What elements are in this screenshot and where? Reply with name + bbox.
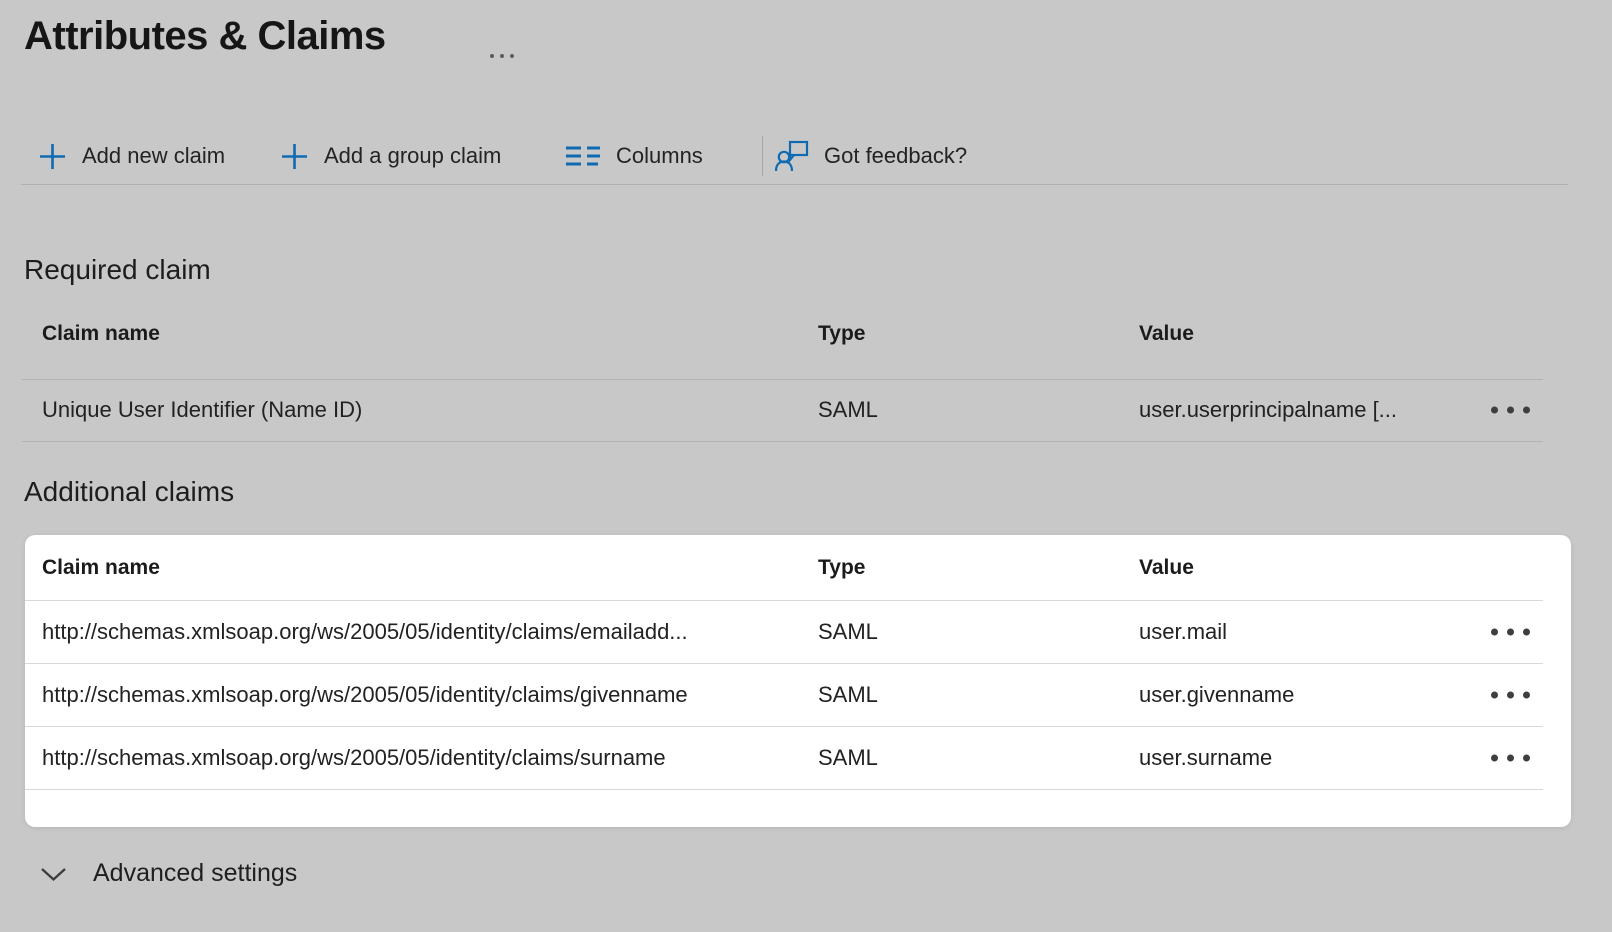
columns-label: Columns (616, 143, 703, 169)
title-more-options-button[interactable] (486, 50, 518, 62)
column-header-type: Type (818, 322, 865, 346)
plus-icon (280, 142, 309, 171)
table-row-emailaddress-claim[interactable]: http://schemas.xmlsoap.org/ws/2005/05/id… (25, 600, 1571, 663)
table-row-required-claim[interactable]: Unique User Identifier (Name ID) SAML us… (0, 380, 1612, 440)
got-feedback-label: Got feedback? (824, 143, 967, 169)
toolbar-separator (762, 136, 763, 176)
additional-claims-table: Claim name Type Value http://schemas.xml… (25, 535, 1571, 827)
add-new-claim-label: Add new claim (82, 143, 225, 169)
claim-name-cell[interactable]: http://schemas.xmlsoap.org/ws/2005/05/id… (42, 682, 688, 708)
divider (25, 789, 1543, 790)
ellipsis-icon (1523, 691, 1530, 698)
column-header-claim-name: Claim name (42, 556, 160, 580)
divider (22, 441, 1543, 442)
page-title: Attributes & Claims (24, 14, 386, 59)
row-context-menu-button[interactable] (1487, 685, 1534, 704)
claim-name-cell[interactable]: http://schemas.xmlsoap.org/ws/2005/05/id… (42, 745, 666, 771)
ellipsis-icon (1491, 691, 1498, 698)
type-cell: SAML (818, 397, 878, 423)
attributes-claims-page: Attributes & Claims Add new claim Add a … (0, 0, 1612, 932)
ellipsis-icon (510, 54, 514, 58)
required-claim-table-header: Claim name Type Value (0, 318, 1612, 350)
table-row-givenname-claim[interactable]: http://schemas.xmlsoap.org/ws/2005/05/id… (25, 663, 1571, 726)
row-context-menu-button[interactable] (1487, 622, 1534, 641)
value-cell: user.userprincipalname [... (1139, 397, 1397, 423)
add-new-claim-button[interactable]: Add new claim (38, 132, 225, 180)
chevron-down-icon (40, 864, 67, 882)
ellipsis-icon (1523, 407, 1530, 414)
advanced-settings-label: Advanced settings (93, 859, 297, 888)
columns-button[interactable]: Columns (565, 132, 703, 180)
ellipsis-icon (1507, 628, 1514, 635)
column-header-claim-name: Claim name (42, 322, 160, 346)
row-context-menu-button[interactable] (1487, 748, 1534, 767)
claim-name-cell[interactable]: Unique User Identifier (Name ID) (42, 397, 362, 423)
required-claim-heading: Required claim (24, 254, 211, 286)
type-cell: SAML (818, 619, 878, 645)
column-header-type: Type (818, 556, 865, 580)
type-cell: SAML (818, 682, 878, 708)
column-header-value: Value (1139, 556, 1194, 580)
claim-name-cell[interactable]: http://schemas.xmlsoap.org/ws/2005/05/id… (42, 619, 688, 645)
ellipsis-icon (500, 54, 504, 58)
value-cell: user.givenname (1139, 682, 1294, 708)
ellipsis-icon (1507, 691, 1514, 698)
value-cell: user.surname (1139, 745, 1272, 771)
ellipsis-icon (490, 54, 494, 58)
add-group-claim-label: Add a group claim (324, 143, 501, 169)
additional-claims-table-header: Claim name Type Value (25, 535, 1571, 600)
ellipsis-icon (1523, 628, 1530, 635)
ellipsis-icon (1491, 407, 1498, 414)
columns-icon (565, 143, 601, 169)
additional-claims-heading: Additional claims (24, 476, 234, 508)
divider (21, 184, 1568, 185)
type-cell: SAML (818, 745, 878, 771)
table-row-surname-claim[interactable]: http://schemas.xmlsoap.org/ws/2005/05/id… (25, 726, 1571, 789)
ellipsis-icon (1507, 754, 1514, 761)
add-group-claim-button[interactable]: Add a group claim (280, 132, 501, 180)
command-bar: Add new claim Add a group claim Columns (0, 132, 1612, 180)
column-header-value: Value (1139, 322, 1194, 346)
ellipsis-icon (1491, 754, 1498, 761)
row-context-menu-button[interactable] (1487, 401, 1534, 420)
ellipsis-icon (1507, 407, 1514, 414)
advanced-settings-expander[interactable]: Advanced settings (40, 852, 297, 894)
ellipsis-icon (1523, 754, 1530, 761)
plus-icon (38, 142, 67, 171)
ellipsis-icon (1491, 628, 1498, 635)
value-cell: user.mail (1139, 619, 1227, 645)
feedback-person-icon (775, 140, 809, 172)
got-feedback-button[interactable]: Got feedback? (775, 132, 967, 180)
